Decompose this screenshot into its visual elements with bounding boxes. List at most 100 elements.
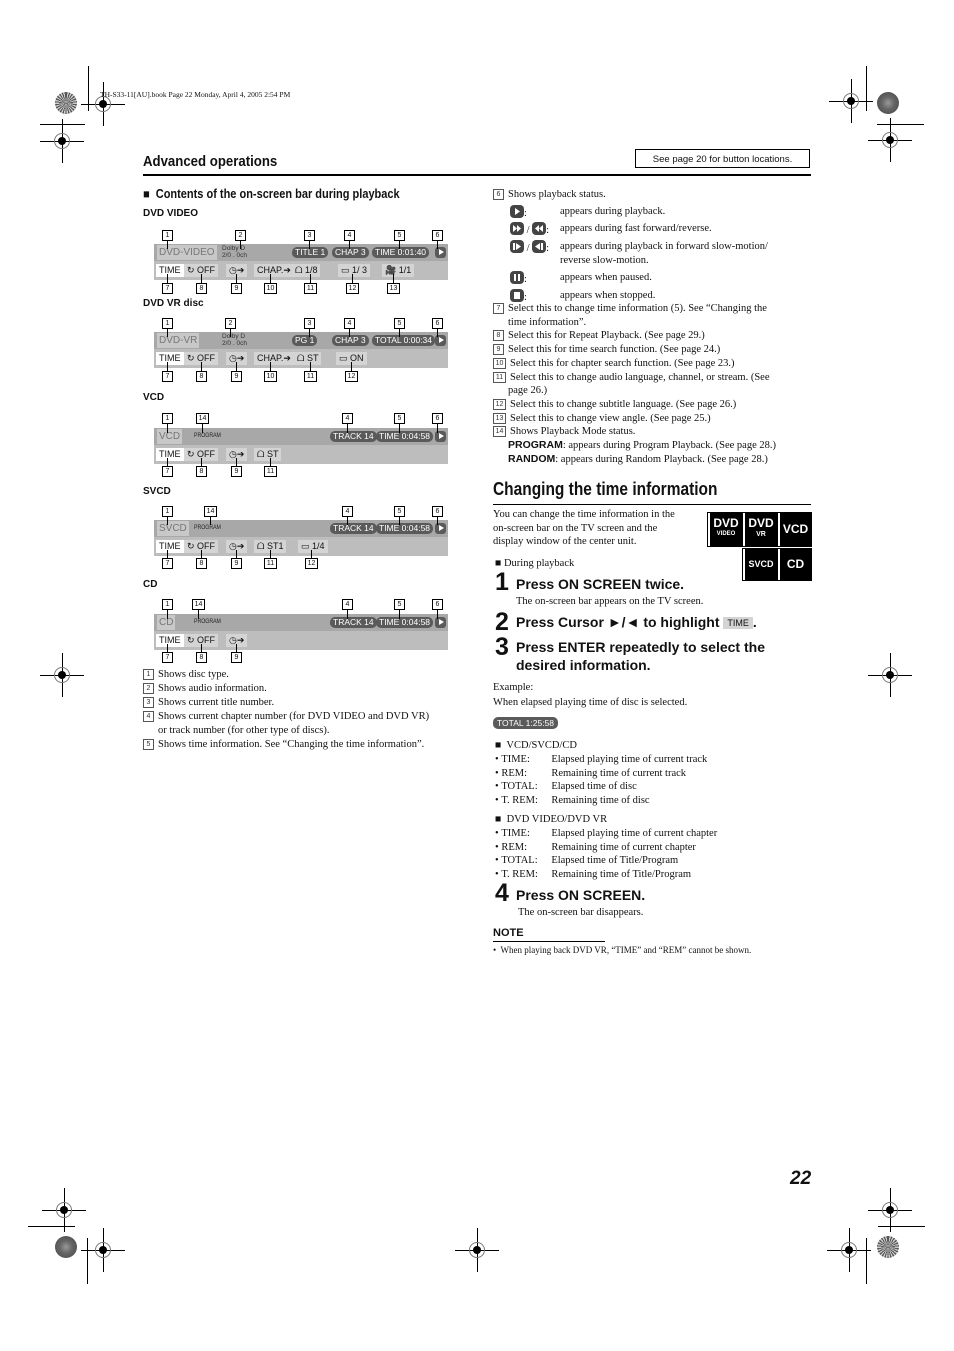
- callout-number: 8: [493, 330, 504, 342]
- callout-leader: [167, 517, 168, 525]
- heading-rule: [143, 174, 811, 176]
- callout-number: 10: [493, 357, 506, 369]
- legend-text-continued: or track number (for other type of discs…: [158, 725, 330, 736]
- callout-leader: [352, 274, 353, 283]
- callout-number: 9: [231, 466, 242, 477]
- callout-leader: [236, 644, 237, 652]
- print-header: TH-S33-11[AU].book Page 22 Monday, April…: [100, 90, 291, 99]
- callout-number: 5: [394, 318, 405, 329]
- legend-item: 3 Shows current title number.: [143, 696, 473, 710]
- bar-info-pill: TOTAL 0:00:34: [372, 335, 436, 346]
- disc-type-label: DVD VIDEO: [143, 208, 199, 219]
- time-mode-desc: Remaining time of current track: [551, 767, 687, 779]
- playback-mode-key: RANDOM: [508, 452, 556, 465]
- callout-leader: [347, 610, 348, 619]
- bar-bottom-row: TIME ↻ OFF ◷➔: [154, 632, 448, 649]
- fast-forward-icon: [510, 222, 524, 235]
- crop-mark: [877, 124, 924, 125]
- callout-number: 7: [162, 652, 173, 663]
- callout-number: 13: [493, 412, 506, 424]
- bar-info-pill: TRACK 14: [330, 617, 377, 628]
- step-number: 4: [495, 879, 509, 907]
- on-screen-bar: SVCD PROGRAM TRACK 14 TIME 0:04:58 TIME ↻ OFF…: [154, 520, 448, 556]
- disc-type-label: VCD: [143, 392, 165, 403]
- color-registration-dot: [55, 92, 77, 114]
- callout-number: 9: [231, 371, 242, 382]
- callout-leader: [210, 517, 211, 525]
- status-description: appears during playback in forward slow-…: [560, 241, 768, 266]
- status-row: / : appears during fast forward/reverse.: [510, 222, 712, 238]
- callout-number: 6: [432, 318, 443, 329]
- callout-number: 10: [264, 371, 277, 382]
- legend-text: Select this for Repeat Playback. (See pa…: [508, 330, 705, 342]
- bar-info-pill: TIME 0:04:58: [376, 617, 434, 628]
- callout-leader: [349, 329, 350, 337]
- callout-number: 3: [304, 230, 315, 241]
- group-title: ■ VCD/SVCD/CD: [495, 740, 578, 751]
- group-title: ■ DVD VIDEO/DVD VR: [495, 814, 608, 825]
- time-mode-item: • TOTAL: Elapsed time of disc: [495, 781, 637, 793]
- disc-type-label: CD: [143, 579, 158, 590]
- callout-leader: [437, 610, 438, 619]
- badge-vcd: VCD: [777, 512, 812, 547]
- callout-number: 5: [394, 506, 405, 517]
- bar-info-pill: CHAP 3: [332, 247, 369, 258]
- callout-number: 7: [162, 466, 173, 477]
- time-mode-item: • TIME: Elapsed playing time of current c…: [495, 827, 718, 839]
- callout-number: 1: [162, 599, 173, 610]
- callout-number: 12: [305, 558, 318, 569]
- badge-dvd-vr: DVD VR: [742, 512, 778, 547]
- step-number: 2: [495, 608, 509, 636]
- callout-number: 10: [264, 283, 277, 294]
- audio-info: Dolby D 2/0 . 0ch: [222, 333, 247, 347]
- bar-info-pill: TIME 0:01:40: [372, 247, 430, 258]
- time-mode-desc: Remaining time of Title/Program: [551, 869, 692, 881]
- callout-leader: [201, 550, 202, 558]
- callout-number: 12: [493, 398, 506, 410]
- section-title: Advanced operations: [143, 153, 278, 170]
- legend-text: Shows current title number.: [158, 697, 275, 708]
- legend-item: 4 Shows current chapter number (for DVD V…: [143, 710, 473, 724]
- callout-leader: [167, 458, 168, 466]
- callout-number: 14: [192, 599, 205, 610]
- bar-info-pill: TRACK 14: [330, 523, 377, 534]
- time-mode-item: • REM: Remaining time of current track: [495, 767, 687, 779]
- callout-number: 5: [143, 739, 154, 750]
- right-legend: 7 Select this to change time information …: [493, 302, 818, 466]
- color-registration-dot: [55, 1236, 77, 1258]
- status-description: appears when stopped.: [560, 290, 656, 301]
- step-instruction: Press Cursor ►/◄ to highlight TIME.: [516, 614, 757, 630]
- callout-number: 11: [304, 371, 317, 382]
- note-text: • When playing back DVD VR, “TIME” and “…: [493, 945, 752, 955]
- callout-number: 14: [196, 413, 209, 424]
- callout-number: 4: [344, 318, 355, 329]
- step-note: The on-screen bar disappears.: [518, 907, 644, 918]
- callout-leader: [202, 424, 203, 433]
- time-section-intro: You can change the time information in t…: [493, 509, 675, 547]
- callout-number: 3: [304, 318, 315, 329]
- callout-number: 7: [162, 283, 173, 294]
- status-row: : appears during playback.: [510, 205, 665, 221]
- callout-number: 1: [162, 506, 173, 517]
- callout-leader: [167, 550, 168, 558]
- callout-leader: [270, 458, 271, 466]
- left-legend: 1 Shows disc type. 2 Shows audio informatio…: [143, 668, 473, 752]
- pause-icon: [510, 271, 524, 284]
- callout-leader: [167, 362, 168, 371]
- bar-menu-item: ▭ 1/ 3: [338, 264, 371, 277]
- callout-number: 2: [235, 230, 246, 241]
- callout-leader: [310, 274, 311, 283]
- legend-text: Shows current chapter number (for DVD VI…: [158, 711, 430, 722]
- status-description: appears during fast forward/reverse.: [560, 223, 712, 234]
- time-mode-key: REM:: [501, 841, 527, 853]
- playback-mode-desc: : appears during Random Playback. (See p…: [555, 453, 768, 465]
- callout-leader: [167, 274, 168, 283]
- callout-leader: [167, 610, 168, 619]
- playback-mode-status: PROGRAM: [194, 618, 221, 625]
- callout-leader: [399, 517, 400, 525]
- time-mode-desc: Elapsed playing time of current chapter: [551, 827, 718, 839]
- callout-leader: [399, 241, 400, 249]
- legend-text: Shows Playback Mode status.: [510, 426, 636, 438]
- bar-info-pill: CHAP 3: [332, 335, 369, 346]
- callout-leader: [167, 644, 168, 652]
